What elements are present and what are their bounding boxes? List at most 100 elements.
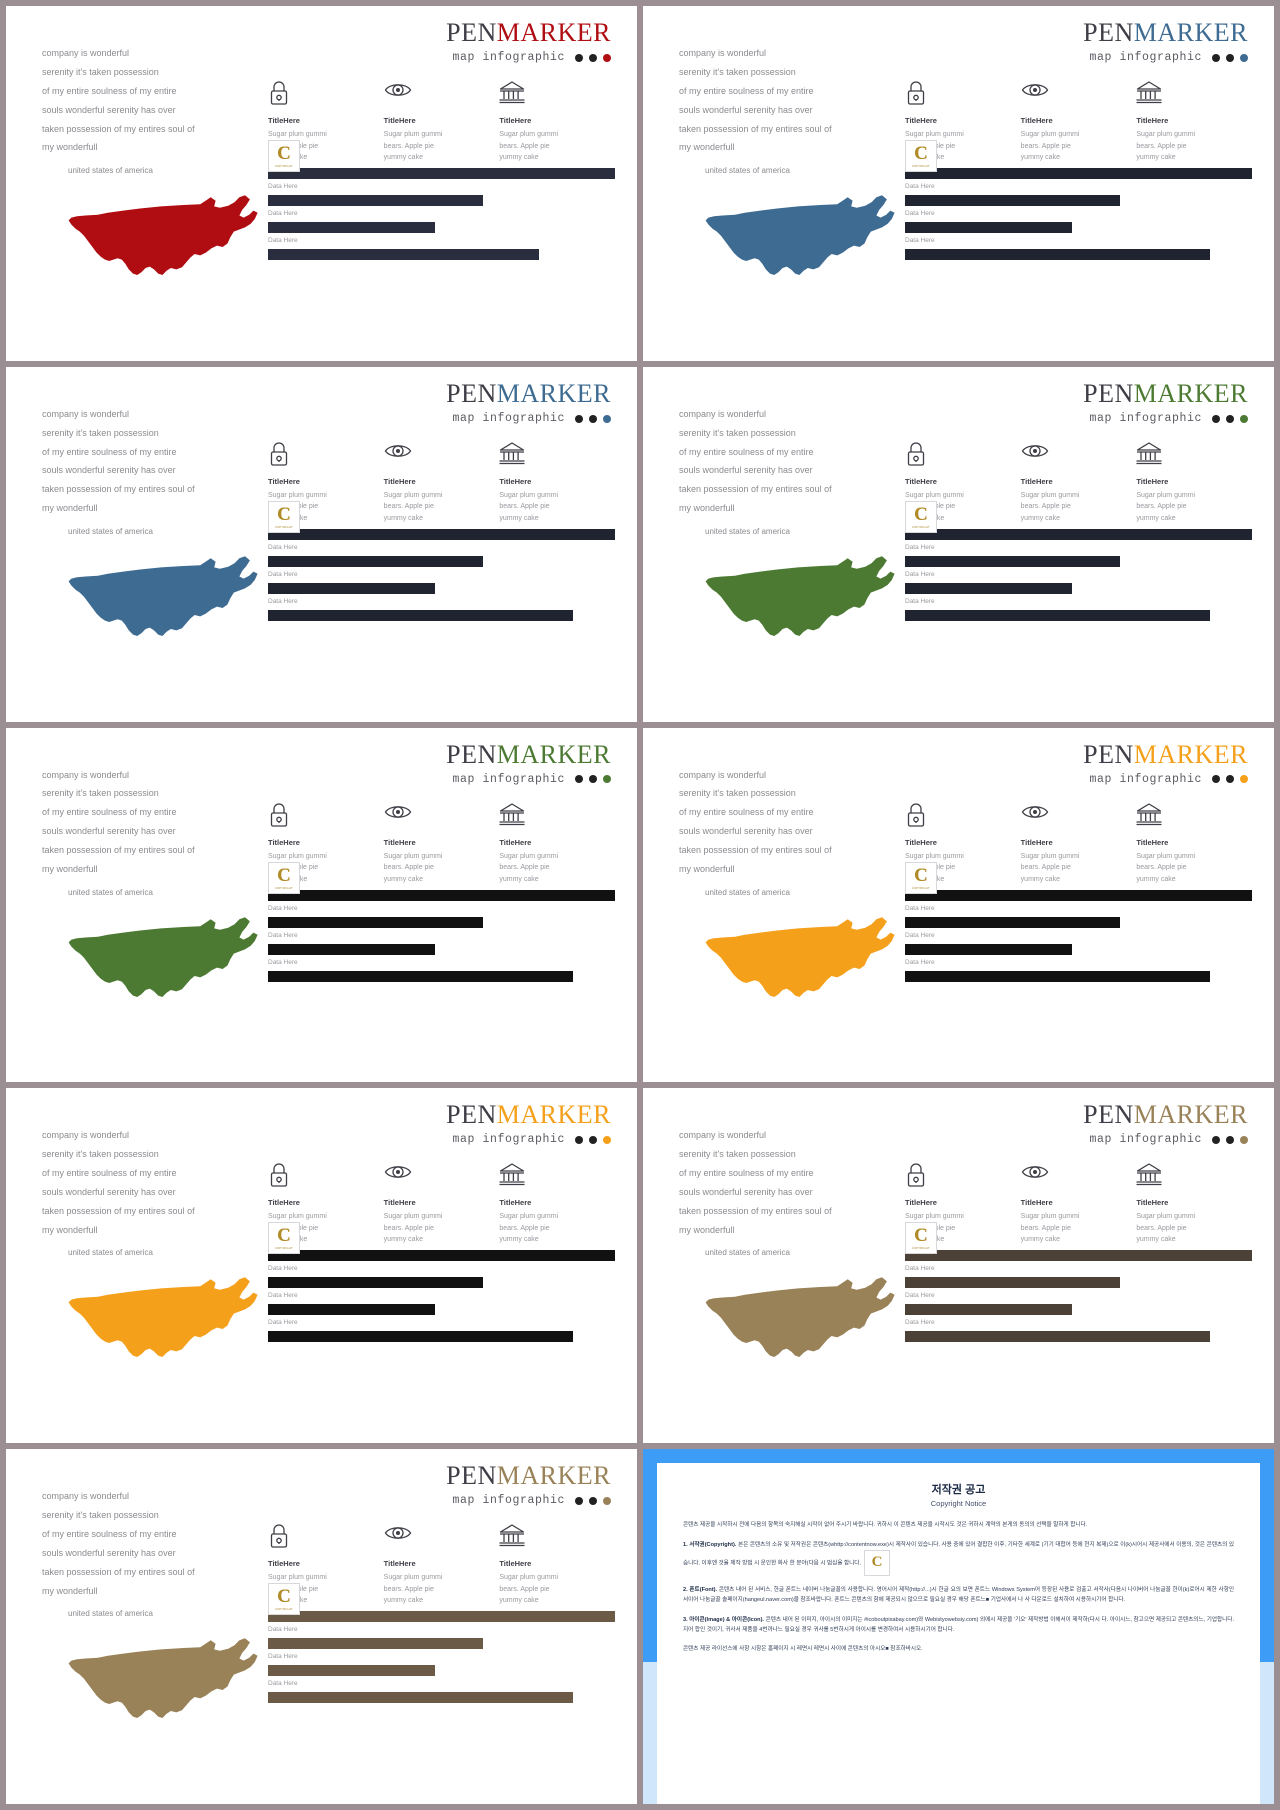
intro-paragraph: company is wonderful serenity it's taken … [679, 44, 889, 157]
brand-tagline: map infographic [1089, 772, 1202, 786]
intro-line: company is wonderful [679, 1130, 767, 1141]
intro-line: company is wonderful [42, 48, 130, 58]
accent-dot-1 [575, 53, 583, 62]
slide-thumbnail-1[interactable]: company is wonderful serenity it's taken … [6, 6, 637, 361]
usa-map[interactable] [693, 535, 903, 660]
brand-title: PENMARKER [446, 1102, 611, 1128]
data-bar-label: Data Here [905, 1319, 935, 1327]
usa-map[interactable] [693, 174, 903, 299]
watermark-text: COPYRIGHT [275, 164, 293, 168]
data-bar-row: Data Here [268, 1599, 615, 1623]
brand-tagline-row: map infographic [1083, 1134, 1248, 1146]
usa-map[interactable] [56, 1617, 266, 1742]
intro-paragraph: company is wonderful serenity it's taken … [42, 405, 252, 518]
brand-tagline-row: map infographic [446, 774, 611, 786]
feature-title: TitleHere [268, 476, 300, 486]
data-bar-chart: Data Here Data Here Data Here Data Here [268, 1599, 615, 1707]
intro-line: my wonderfull [679, 503, 735, 514]
brand-logo: PENMARKER map infographic [1083, 380, 1248, 425]
intro-line: of my entire soulness of my entire [679, 1168, 814, 1179]
watermark-letter: C [914, 503, 928, 525]
slide-thumbnail-9[interactable]: company is wonderful serenity it's taken … [6, 1449, 637, 1804]
copyright-paragraph-4: 콘텐츠 제공 라이선스에 사항 시항은 홈페이지 시 레면시 레면시 사이에 콘… [683, 1644, 1234, 1654]
feature-item-2: TitleHere Sugar plum gummi bears. Apple … [1021, 441, 1137, 525]
slide-thumbnail-4[interactable]: company is wonderful serenity it's taken … [643, 366, 1274, 722]
data-bar-row: Data Here [268, 905, 615, 928]
accent-dot-1 [575, 1496, 583, 1505]
brand-tagline: map infographic [452, 772, 565, 786]
accent-dot-1 [575, 775, 583, 784]
usa-map[interactable] [56, 174, 266, 299]
data-bar-label: Data Here [268, 570, 298, 578]
slide-thumbnail-7[interactable]: company is wonderful serenity it's taken … [6, 1088, 637, 1444]
brand-part-marker: MARKER [1133, 18, 1248, 47]
data-bar [268, 249, 539, 260]
data-bar [905, 168, 1252, 179]
data-bar [268, 555, 484, 567]
slide-thumbnail-2[interactable]: company is wonderful serenity it's taken … [643, 6, 1274, 361]
data-bar-row: Data Here [905, 1292, 1252, 1316]
data-bar-label: Data Here [268, 904, 298, 912]
data-bar [905, 1304, 1072, 1316]
data-bar-label: Data Here [268, 1599, 615, 1608]
usa-map[interactable] [693, 1256, 903, 1381]
copyright-notice-slide[interactable]: 저작권 공고 Copyright Notice 콘텐츠 제공을 시작하시 전에 … [643, 1449, 1274, 1804]
brand-logo: PENMARKER map infographic [1083, 741, 1248, 786]
brand-title: PENMARKER [1083, 741, 1248, 768]
accent-dot-2 [1226, 1136, 1234, 1145]
watermark-letter: C [914, 864, 928, 886]
slide-thumbnail-3[interactable]: company is wonderful serenity it's taken … [6, 366, 637, 722]
copyright-watermark: C COPYRIGHT [905, 500, 937, 533]
intro-line: serenity it's taken possession [42, 1149, 159, 1160]
bank-icon [1136, 802, 1252, 828]
intro-line: serenity it's taken possession [42, 66, 159, 77]
data-bar [905, 970, 1211, 982]
lock-icon [268, 80, 384, 106]
data-bar-label: Data Here [268, 958, 298, 966]
usa-map[interactable] [693, 896, 903, 1021]
brand-part-marker: MARKER [496, 1100, 611, 1130]
watermark-text: COPYRIGHT [912, 885, 930, 890]
watermark-letter: C [277, 143, 291, 164]
slide-thumbnail-5[interactable]: company is wonderful serenity it's taken … [6, 727, 637, 1083]
intro-line: taken possession of my entires soul of [42, 123, 195, 134]
intro-line: of my entire soulness of my entire [42, 807, 177, 818]
data-bar [268, 582, 435, 594]
brand-tagline-row: map infographic [1083, 413, 1248, 425]
usa-map[interactable] [56, 896, 266, 1021]
watermark-text: COPYRIGHT [275, 1246, 293, 1251]
slide-thumbnail-6[interactable]: company is wonderful serenity it's taken … [643, 727, 1274, 1083]
brand-part-pen: PEN [446, 1100, 497, 1130]
data-bar-row: Data Here [268, 156, 615, 179]
eye-icon [1021, 802, 1137, 828]
data-bar-row: Data Here [268, 959, 615, 982]
eye-icon [1021, 1162, 1137, 1188]
data-bar-label: Data Here [268, 237, 298, 244]
usa-map[interactable] [56, 535, 266, 660]
accent-dot-2 [589, 1136, 597, 1145]
data-bar-row: Data Here [268, 1265, 615, 1289]
usa-map[interactable] [56, 1256, 266, 1381]
feature-item-3: TitleHere Sugar plum gummi bears. Apple … [499, 802, 615, 886]
brand-tagline-row: map infographic [446, 1495, 611, 1507]
accent-dots [575, 1136, 611, 1145]
data-bar [905, 528, 1252, 540]
slide-thumbnail-8[interactable]: company is wonderful serenity it's taken … [643, 1088, 1274, 1444]
accent-dot-1 [575, 1136, 583, 1145]
data-bar-row: Data Here [268, 517, 615, 540]
brand-part-marker: MARKER [496, 378, 611, 408]
intro-line: my wonderfull [679, 864, 735, 875]
bank-icon [1136, 441, 1252, 467]
feature-title: TitleHere [383, 116, 416, 125]
feature-row: TitleHere Sugar plum gummi bears. Apple … [268, 802, 615, 886]
feature-item-3: TitleHere Sugar plum gummi bears. Apple … [499, 1162, 615, 1246]
intro-line: souls wonderful serenity has over [679, 465, 813, 476]
lock-icon [268, 802, 384, 828]
watermark-letter: C [871, 1554, 883, 1571]
data-bar-row: Data Here [905, 183, 1252, 206]
copyright-subtitle: Copyright Notice [930, 1499, 987, 1509]
data-bar [268, 222, 435, 233]
data-bar-label: Data Here [268, 156, 615, 165]
feature-item-3: TitleHere Sugar plum gummi bears. Apple … [1136, 1162, 1252, 1246]
brand-tagline-row: map infographic [446, 1134, 611, 1146]
